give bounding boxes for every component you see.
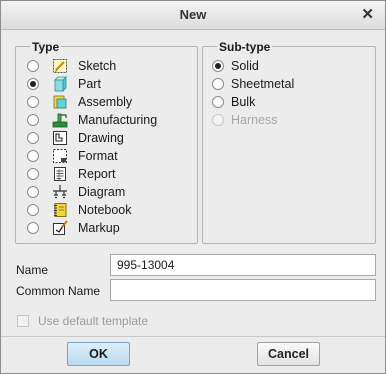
type-option-assembly[interactable]: Assembly — [27, 93, 132, 111]
type-option-diagram[interactable]: Diagram — [27, 183, 125, 201]
radio-diagram[interactable] — [27, 186, 39, 198]
radio-solid[interactable] — [212, 60, 224, 72]
type-label-sketch: Sketch — [78, 59, 117, 73]
type-label-manufacturing: Manufacturing — [78, 113, 158, 127]
subtype-option-bulk[interactable]: Bulk — [212, 93, 255, 111]
radio-format[interactable] — [27, 150, 39, 162]
button-separator — [1, 336, 385, 337]
subtype-option-solid[interactable]: Solid — [212, 57, 259, 75]
type-label-part: Part — [78, 77, 101, 91]
type-option-manufacturing[interactable]: Manufacturing — [27, 111, 157, 129]
radio-assembly[interactable] — [27, 96, 39, 108]
cancel-button[interactable]: Cancel — [257, 342, 320, 366]
manufacturing-icon — [52, 113, 68, 128]
use-default-template-label: Use default template — [38, 314, 149, 328]
radio-manufacturing[interactable] — [27, 114, 39, 126]
common-name-input[interactable] — [110, 279, 376, 301]
title-bar[interactable]: New ✕ — [1, 1, 385, 30]
notebook-icon — [54, 203, 67, 217]
type-label-diagram: Diagram — [78, 185, 126, 199]
markup-icon — [53, 220, 68, 235]
radio-harness — [212, 114, 224, 126]
subtype-option-harness: Harness — [212, 111, 278, 129]
subtype-label-bulk: Bulk — [231, 95, 256, 109]
radio-bulk[interactable] — [212, 96, 224, 108]
name-input[interactable] — [110, 254, 376, 276]
type-label-markup: Markup — [78, 221, 120, 235]
assembly-icon — [53, 95, 67, 109]
type-option-markup[interactable]: Markup — [27, 219, 120, 237]
type-label-report: Report — [78, 167, 116, 181]
type-label-format: Format — [78, 149, 118, 163]
type-group: Type Sketch Part Assembly Manufacturing … — [15, 40, 198, 244]
radio-report[interactable] — [27, 168, 39, 180]
ok-button[interactable]: OK — [67, 342, 130, 366]
part-icon — [54, 76, 67, 92]
name-label: Name — [16, 263, 49, 277]
type-option-drawing[interactable]: Drawing — [27, 129, 124, 147]
type-option-sketch[interactable]: Sketch — [27, 57, 116, 75]
drawing-icon — [53, 131, 67, 145]
subtype-label-sheetmetal: Sheetmetal — [231, 77, 295, 91]
subtype-option-sheetmetal[interactable]: Sheetmetal — [212, 75, 294, 93]
radio-markup[interactable] — [27, 222, 39, 234]
diagram-icon — [53, 185, 67, 199]
type-label-drawing: Drawing — [78, 131, 124, 145]
subtype-legend: Sub-type — [217, 40, 273, 54]
new-dialog: New ✕ Type Sketch Part Assembly Manufact… — [0, 0, 386, 374]
dialog-title: New — [179, 7, 207, 22]
type-option-notebook[interactable]: Notebook — [27, 201, 132, 219]
common-name-label: Common Name — [16, 284, 101, 298]
type-option-format[interactable]: Format — [27, 147, 118, 165]
radio-sheetmetal[interactable] — [212, 78, 224, 90]
type-option-report[interactable]: Report — [27, 165, 116, 183]
format-icon — [53, 149, 67, 163]
radio-notebook[interactable] — [27, 204, 39, 216]
type-option-part[interactable]: Part — [27, 75, 101, 93]
type-label-assembly: Assembly — [78, 95, 133, 109]
report-icon — [54, 167, 66, 181]
radio-part[interactable] — [27, 78, 39, 90]
subtype-label-harness: Harness — [231, 113, 278, 127]
use-default-template-checkbox — [17, 315, 29, 327]
close-icon[interactable]: ✕ — [361, 5, 374, 23]
subtype-label-solid: Solid — [231, 59, 259, 73]
sketch-icon — [53, 59, 67, 73]
type-legend: Type — [30, 40, 62, 54]
subtype-group: Sub-type Solid Sheetmetal Bulk Harness — [202, 40, 376, 244]
radio-sketch[interactable] — [27, 60, 39, 72]
type-label-notebook: Notebook — [78, 203, 132, 217]
radio-drawing[interactable] — [27, 132, 39, 144]
